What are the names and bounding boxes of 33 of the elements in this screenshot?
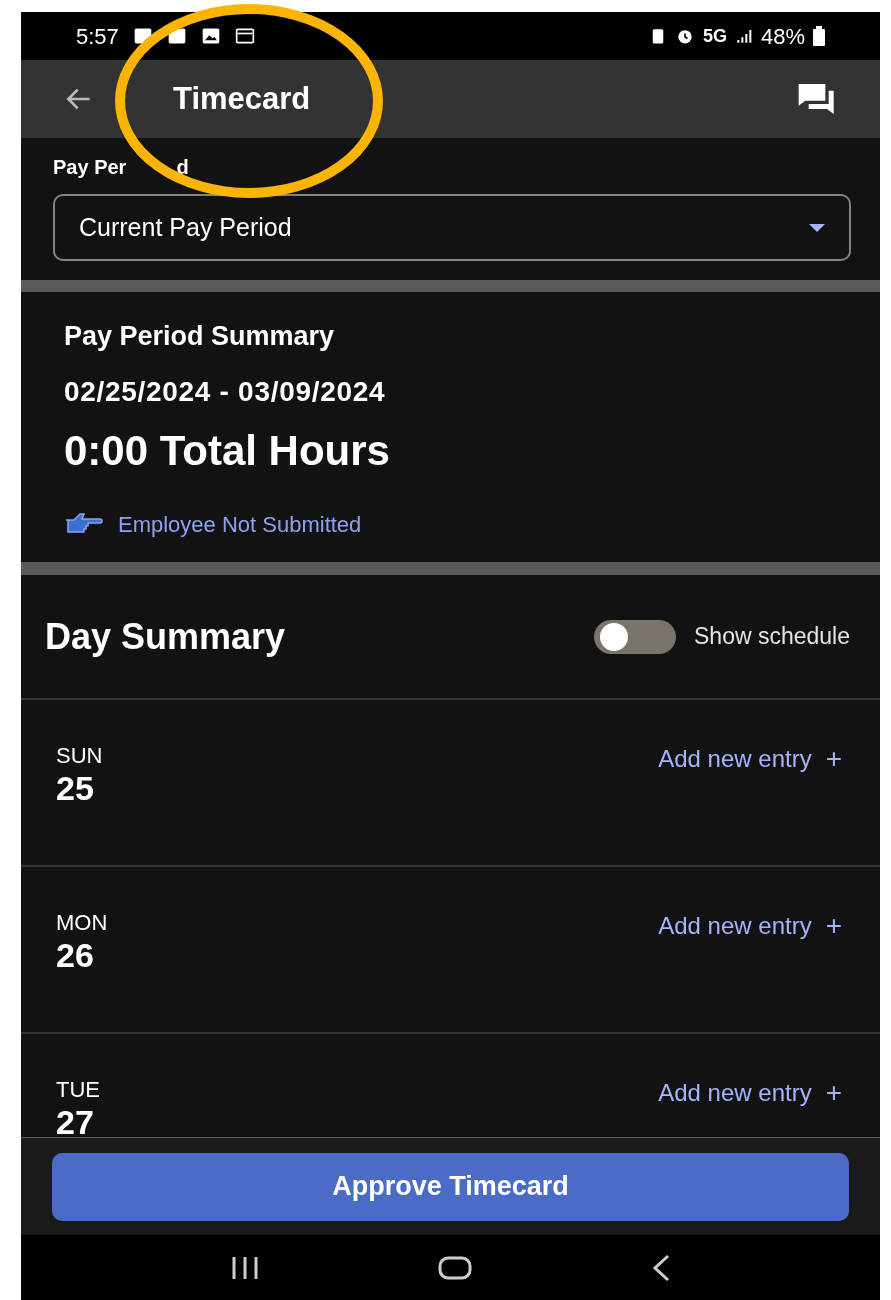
signal-icon xyxy=(734,28,753,44)
section-title: Day Summary xyxy=(45,614,286,659)
battery-percent: 48% xyxy=(760,22,805,51)
submission-status: Employee Not Submitted xyxy=(118,510,362,539)
day-number: 25 xyxy=(56,770,95,806)
add-entry-link[interactable]: Add new entry + xyxy=(658,911,842,941)
weekday-label: TUE xyxy=(56,1078,100,1102)
weekday-label: MON xyxy=(56,911,108,935)
schedule-toggle[interactable] xyxy=(594,619,676,654)
add-entry-link[interactable]: Add new entry + xyxy=(658,744,842,774)
day-number: 27 xyxy=(56,1104,95,1137)
day-number: 26 xyxy=(56,937,95,973)
dropdown-caret-icon xyxy=(809,223,825,232)
status-time: 5:57 xyxy=(76,22,119,51)
weekday-label: SUN xyxy=(56,744,103,768)
recent-apps-icon[interactable] xyxy=(230,1256,261,1279)
image-icon xyxy=(200,26,221,46)
home-icon[interactable] xyxy=(438,1255,473,1280)
summary-title: Pay Period Summary xyxy=(64,320,336,353)
field-label: Pay Per xyxy=(53,155,127,180)
total-hours: 0:00 Total Hours xyxy=(64,425,391,476)
network-type: 5G xyxy=(702,24,727,48)
calendar-icon xyxy=(234,26,255,46)
field-label: d xyxy=(176,155,189,180)
pay-period-dropdown[interactable]: Current Pay Period xyxy=(53,194,851,261)
battery-icon xyxy=(813,26,825,46)
toggle-label: Show schedule xyxy=(694,622,850,652)
back-icon[interactable] xyxy=(650,1253,671,1282)
pointing-hand-icon xyxy=(64,512,104,536)
approve-button[interactable]: Approve Timecard xyxy=(52,1152,849,1221)
page-title: Timecard xyxy=(173,79,311,118)
date-range: 02/25/2024 - 03/09/2024 xyxy=(64,374,387,409)
add-entry-link[interactable]: Add new entry + xyxy=(658,1078,842,1108)
